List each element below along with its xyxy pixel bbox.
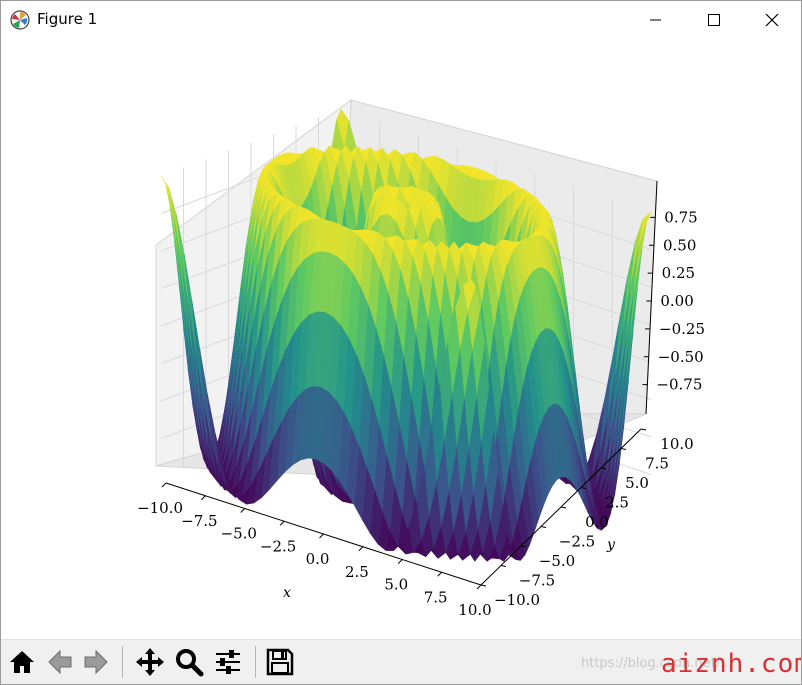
minimize-icon: [650, 19, 661, 21]
x-tick-mark: [240, 508, 246, 513]
z-tick-label: 0.00: [660, 292, 693, 310]
back-button[interactable]: [43, 644, 77, 680]
x-tick-mark: [201, 495, 206, 501]
y-tick-mark: [480, 584, 487, 587]
x-tick-label: 10.0: [458, 601, 491, 619]
move-icon: [136, 648, 164, 676]
y-tick-label: −7.5: [519, 572, 555, 590]
title-bar: Figure 1: [1, 1, 801, 39]
x-tick-mark: [437, 571, 442, 577]
y-tick-mark: [540, 526, 547, 528]
x-tick-label: 0.0: [306, 550, 330, 568]
z-tick-label: 0.25: [662, 264, 695, 282]
figure-window: Figure 1 −10.0 −7.5 −5.0 −2.5 0.0 2.5 5.…: [0, 0, 802, 685]
z-tick-label: 0.75: [664, 208, 697, 226]
y-tick-label: −5.0: [539, 552, 575, 570]
toolbar-separator: [122, 646, 123, 678]
y-tick-label: 7.5: [645, 455, 669, 473]
floppy-disk-icon: [266, 648, 294, 676]
x-tick-mark: [476, 584, 482, 590]
y-tick-mark: [500, 565, 507, 567]
window-title: Figure 1: [37, 10, 98, 28]
save-button[interactable]: [263, 644, 297, 680]
x-tick-label: −2.5: [260, 537, 296, 555]
x-tick-mark: [161, 482, 167, 488]
y-tick-mark: [560, 506, 567, 509]
x-tick-label: 7.5: [424, 588, 448, 606]
plot-canvas[interactable]: −10.0 −7.5 −5.0 −2.5 0.0 2.5 5.0 7.5 10.0 x −10.…: [1, 39, 801, 639]
close-icon: [765, 13, 779, 27]
home-icon: [10, 651, 34, 673]
y-tick-mark: [640, 428, 647, 431]
y-tick-label: 2.5: [605, 494, 629, 512]
z-tick-label: −0.50: [658, 348, 704, 366]
y-tick-mark: [620, 448, 627, 450]
watermark-brand: aiznh.com: [661, 649, 802, 679]
y-tick-label: 10.0: [660, 435, 693, 453]
x-axis-label: x: [283, 585, 291, 601]
maximize-icon: [708, 14, 720, 26]
y-tick-label: 0.0: [585, 513, 609, 531]
arrow-right-icon: [84, 649, 108, 675]
forward-button[interactable]: [79, 644, 113, 680]
x-tick-label: 5.0: [384, 576, 408, 594]
sliders-icon: [216, 650, 240, 674]
zoom-button[interactable]: [172, 644, 206, 680]
maximize-button[interactable]: [685, 1, 743, 39]
home-button[interactable]: [5, 644, 39, 680]
x-tick-mark: [319, 533, 324, 539]
y-axis-label: y: [606, 537, 616, 553]
y-tick-label: 5.0: [625, 474, 649, 492]
x-tick-mark: [397, 559, 403, 564]
x-tick-mark: [279, 520, 285, 526]
pan-button[interactable]: [133, 644, 167, 680]
arrow-left-icon: [48, 649, 72, 675]
z-tick-label: 0.50: [663, 236, 696, 254]
z-tick-label: −0.75: [656, 376, 702, 394]
toolbar-separator: [255, 646, 256, 678]
x-tick-label: −7.5: [181, 512, 217, 530]
surface-plot: −10.0−7.5−5.0−2.50.02.55.07.510.0 x −10.…: [137, 98, 705, 619]
y-tick-label: −2.5: [559, 533, 595, 551]
z-tick-label: −0.25: [659, 320, 705, 338]
matplotlib-logo-icon: [10, 10, 30, 30]
x-tick-mark: [358, 546, 364, 552]
x-tick-label: 2.5: [345, 563, 369, 581]
close-button[interactable]: [743, 1, 801, 39]
y-tick-label: −10.0: [494, 591, 540, 609]
magnifier-icon: [176, 649, 204, 677]
configure-subplots-button[interactable]: [211, 644, 245, 680]
x-tick-label: −10.0: [137, 499, 183, 517]
x-tick-label: −5.0: [221, 525, 257, 543]
minimize-button[interactable]: [627, 1, 685, 39]
